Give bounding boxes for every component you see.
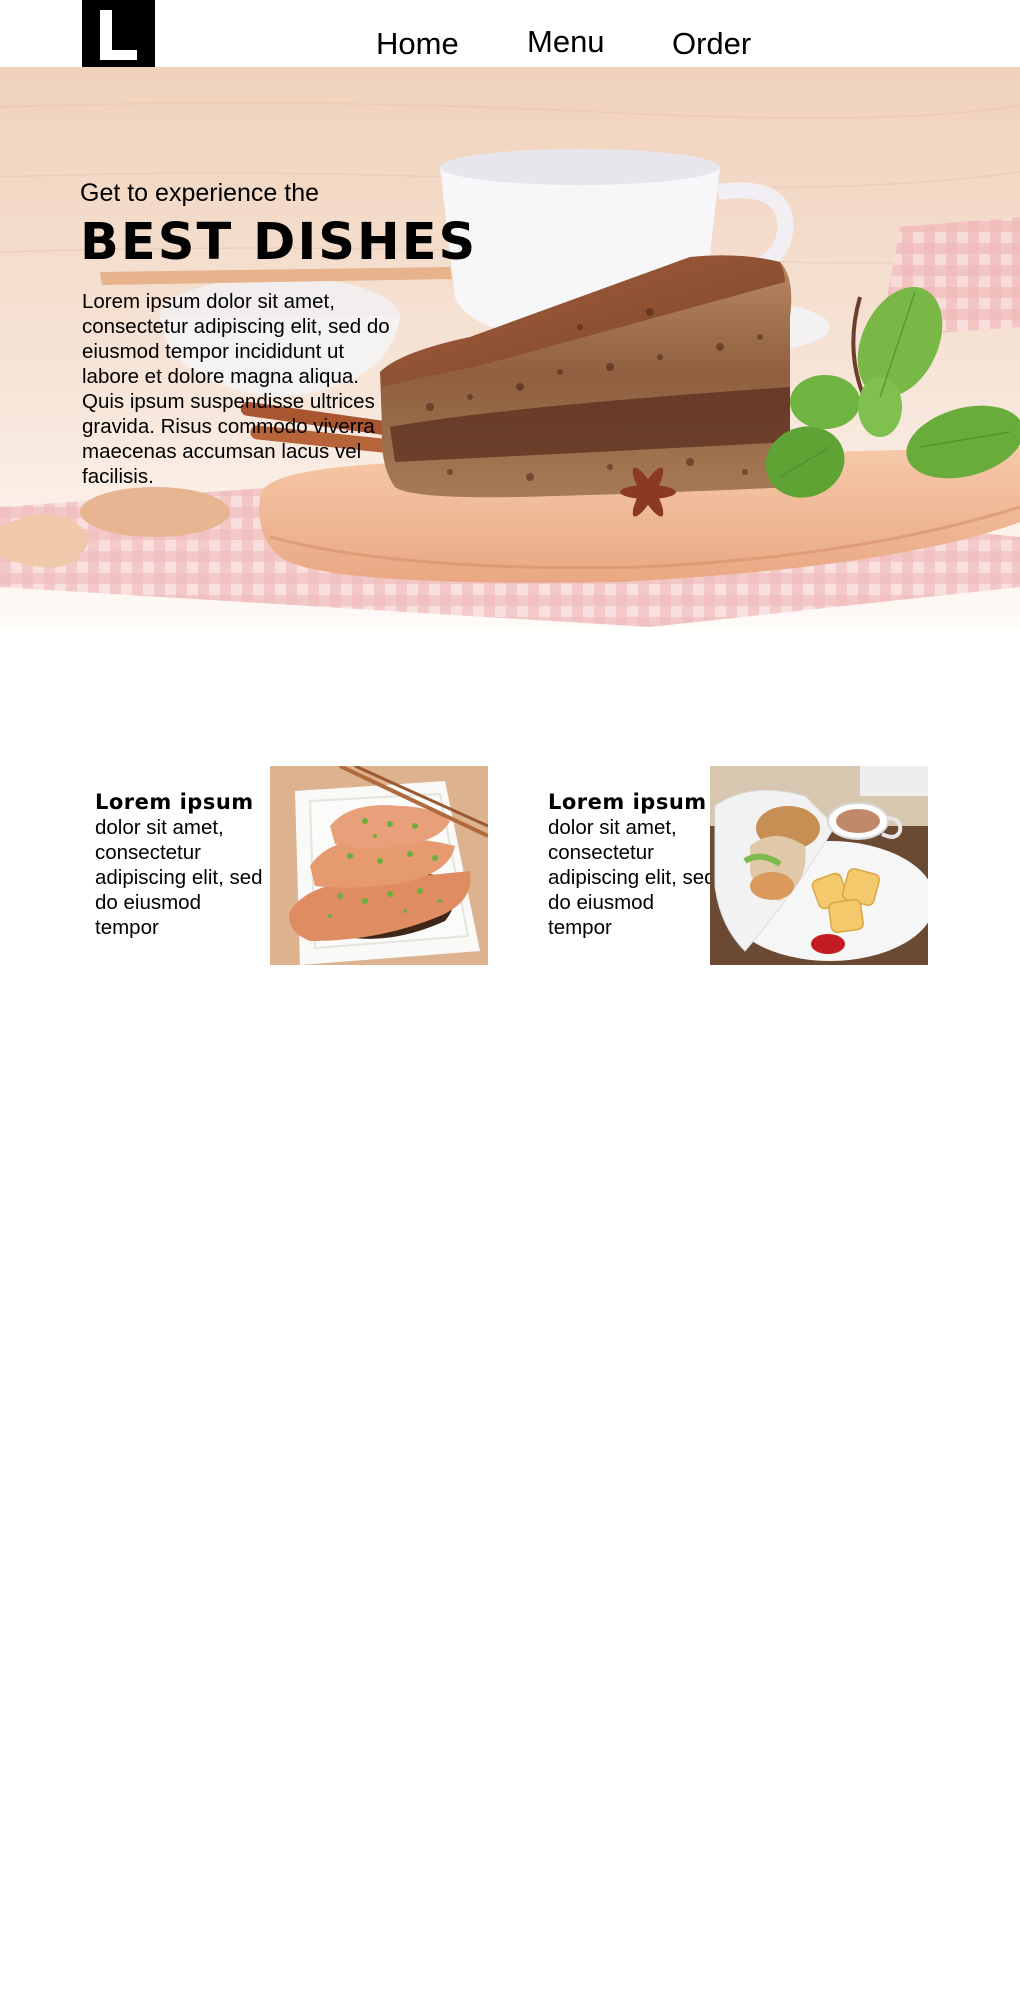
- salmon-dish-photo: [270, 766, 488, 965]
- card-1-title: Lorem ipsum: [95, 790, 254, 814]
- card-2-title: Lorem ipsum: [548, 790, 707, 814]
- hero-description: Lorem ipsum dolor sit amet, consectetur …: [82, 290, 390, 488]
- hero-tagline: Get to experience the: [80, 179, 320, 207]
- hero-banner: Get to experience the BEST DISHES Lorem …: [0, 67, 1020, 682]
- hero-title: BEST DISHES: [80, 213, 478, 272]
- card-2-text: Lorem ipsum dolor sit amet, consectetur …: [548, 790, 718, 940]
- nav-menu-link[interactable]: Menu: [527, 26, 605, 57]
- nav-home-link[interactable]: Home: [376, 28, 459, 59]
- burger-plate-photo: [710, 766, 928, 965]
- site-header: Home Menu Order: [0, 0, 1020, 67]
- card-2-description: dolor sit amet, consectetur adipiscing e…: [548, 816, 716, 939]
- logo-icon[interactable]: [82, 0, 155, 67]
- card-1-text: Lorem ipsum dolor sit amet, consectetur …: [95, 790, 265, 940]
- nav-order-link[interactable]: Order: [672, 28, 751, 59]
- card-1-description: dolor sit amet, consectetur adipiscing e…: [95, 816, 263, 939]
